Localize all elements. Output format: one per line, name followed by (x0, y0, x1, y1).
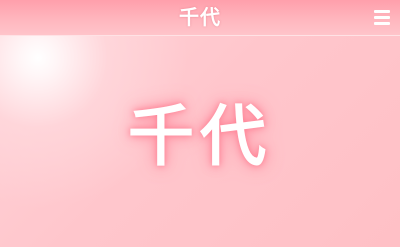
top-bar: 千代 (0, 0, 400, 36)
menu-line (374, 16, 390, 19)
hero-title: 千代 (128, 97, 272, 175)
header-title: 千代 (179, 5, 221, 29)
hamburger-menu-icon[interactable] (374, 10, 390, 25)
menu-line (374, 22, 390, 25)
hero-banner: 千代 (0, 36, 400, 247)
menu-line (374, 10, 390, 13)
